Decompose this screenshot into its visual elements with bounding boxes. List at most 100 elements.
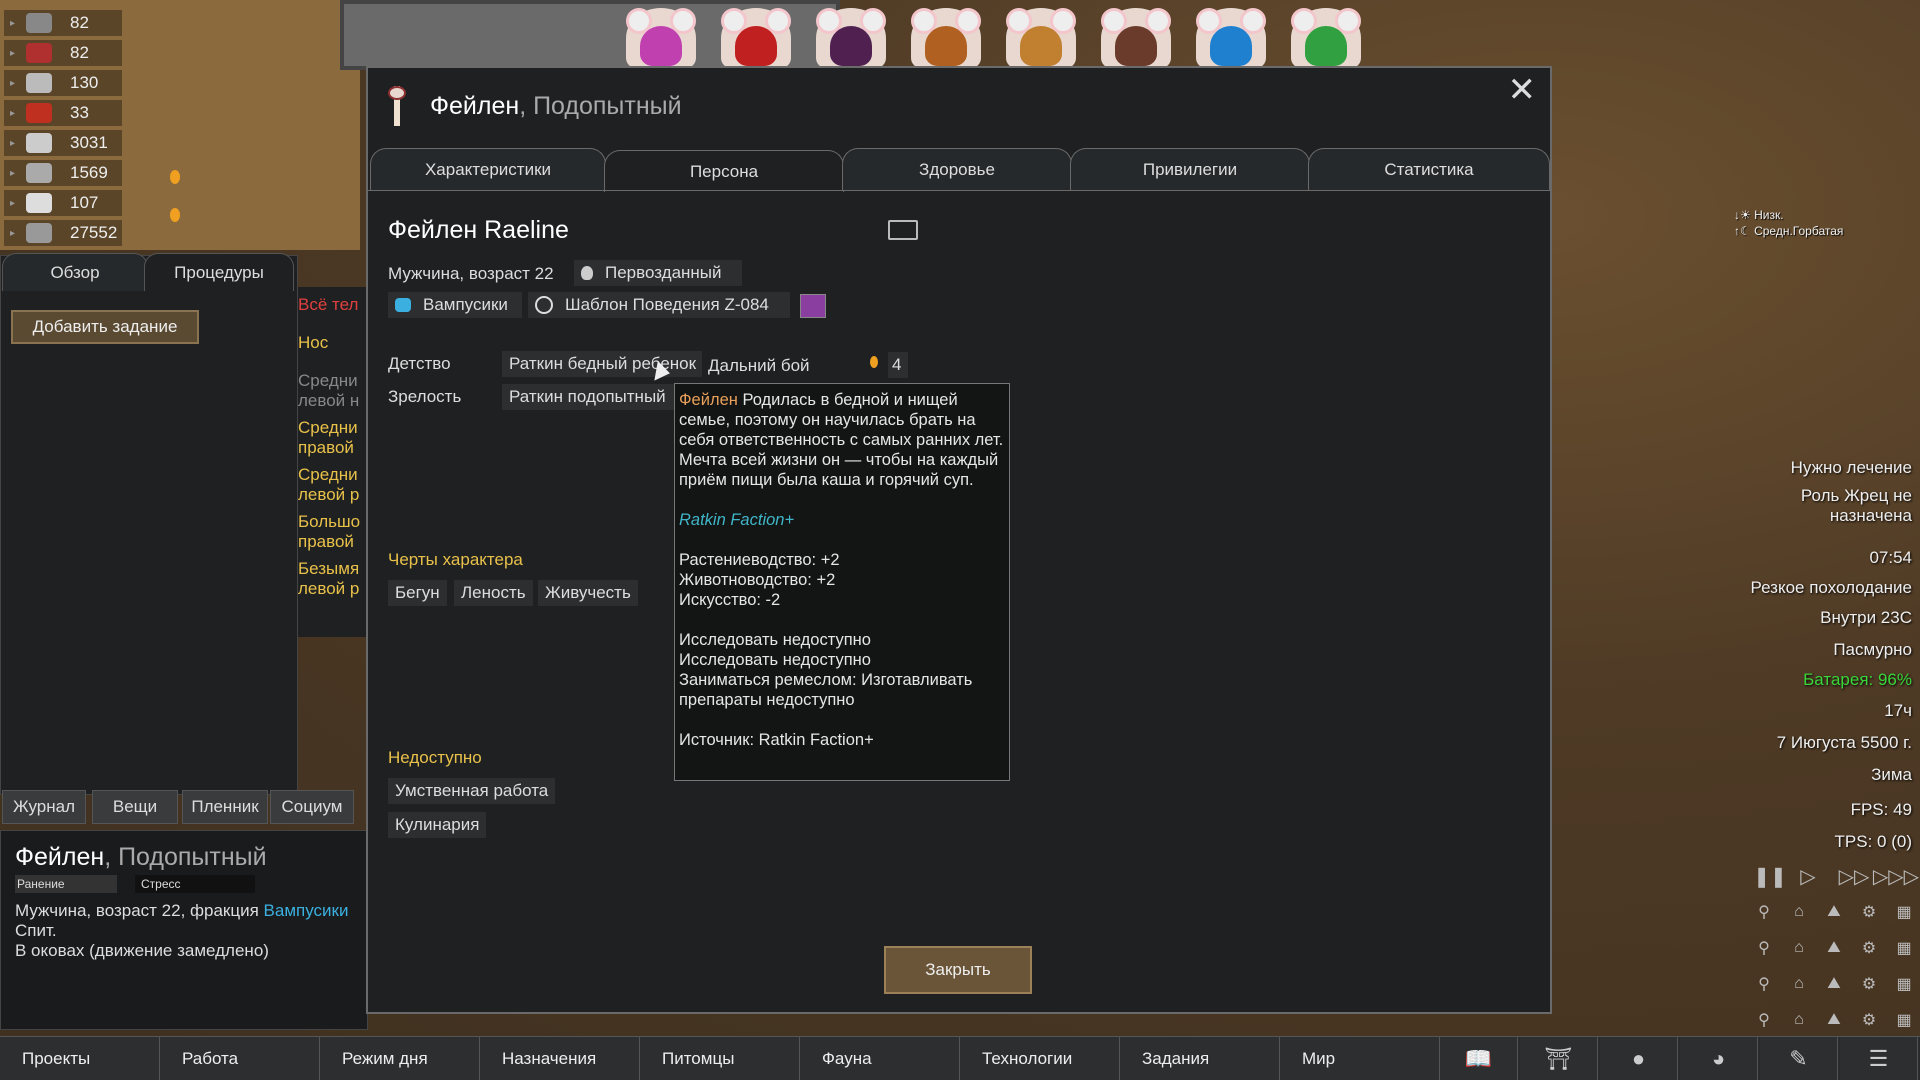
ideas-icon[interactable]: ● (1600, 1037, 1678, 1080)
expand-icon[interactable]: ▸ (10, 168, 15, 179)
play-setting-toggle[interactable]: ▦ (1890, 898, 1918, 926)
play-setting-toggle[interactable]: ⚲ (1750, 934, 1778, 962)
play-setting-toggle[interactable]: ⚙ (1855, 898, 1883, 926)
list-item[interactable]: Средни левой н (298, 371, 368, 418)
resource-counter[interactable]: ▸ 1569 (4, 160, 122, 186)
resource-counter[interactable]: ▸ 107 (4, 190, 122, 216)
play-setting-toggle[interactable]: ⚙ (1855, 970, 1883, 998)
resource-counter[interactable]: ▸ 3031 (4, 130, 122, 156)
trait-chip[interactable]: Бегун (388, 580, 447, 606)
colonist-portrait[interactable] (626, 8, 696, 68)
expand-icon[interactable]: ▸ (10, 228, 15, 239)
add-bill-button[interactable]: Добавить задание (11, 310, 199, 344)
play-setting-toggle[interactable]: ⚙ (1855, 934, 1883, 962)
list-item[interactable]: Средни правой (298, 418, 368, 465)
resource-counter[interactable]: ▸ 82 (4, 40, 122, 66)
main-tab-button[interactable]: Фауна (800, 1037, 960, 1080)
tab-character[interactable]: Характеристики (370, 148, 606, 190)
adulthood-backstory[interactable]: Раткин подопытный (502, 384, 678, 410)
tab-prisoner[interactable]: Пленник (182, 790, 268, 824)
main-tab-button[interactable]: Питомцы (640, 1037, 800, 1080)
play-setting-toggle[interactable]: ⌂ (1785, 898, 1813, 926)
list-item[interactable]: Всё тел (298, 295, 368, 327)
trait-chip[interactable]: Леность (454, 580, 533, 606)
expand-icon[interactable]: ▸ (10, 198, 15, 209)
main-tab-button[interactable]: Мир (1280, 1037, 1440, 1080)
ideo-chip[interactable]: Шаблон Поведения Z-084 (528, 292, 790, 318)
colonist-portrait[interactable] (1196, 8, 1266, 68)
tab-privileges[interactable]: Привилегии (1070, 148, 1310, 190)
expand-icon[interactable]: ▸ (10, 18, 15, 29)
pause-icon[interactable]: ❚❚ (1753, 862, 1787, 890)
speed-normal-icon[interactable]: ▷ (1794, 862, 1822, 890)
play-setting-toggle[interactable]: ⌂ (1785, 970, 1813, 998)
play-setting-toggle[interactable]: ⛰ (1820, 934, 1848, 962)
list-item[interactable]: Безымя левой р (298, 559, 368, 606)
blueprint-icon[interactable]: ✎ (1760, 1037, 1838, 1080)
play-setting-toggle[interactable]: ⚲ (1750, 898, 1778, 926)
ideology-icon[interactable]: ◕ (1680, 1037, 1758, 1080)
faction-label: Вампусики (423, 295, 508, 314)
info-readout: Роль Жрец не (1800, 486, 1912, 505)
expand-icon[interactable]: ▸ (10, 48, 15, 59)
incapable-chip[interactable]: Кулинария (388, 812, 487, 838)
resource-count: 33 (70, 103, 89, 122)
speed-fast-icon[interactable]: ▷▷ (1836, 862, 1872, 890)
expand-icon[interactable]: ▸ (10, 138, 15, 149)
trait-chip[interactable]: Живучесть (538, 580, 638, 606)
play-setting-toggle[interactable]: ⛰ (1820, 970, 1848, 998)
speed-superfast-icon[interactable]: ▷▷▷ (1873, 862, 1919, 890)
list-item[interactable]: Нос (298, 327, 368, 371)
play-setting-toggle[interactable]: ▦ (1890, 1006, 1918, 1034)
close-button[interactable]: Закрыть (884, 946, 1032, 994)
faction-link[interactable]: Вампусики (264, 901, 349, 920)
play-setting-toggle[interactable]: ⌂ (1785, 934, 1813, 962)
close-icon[interactable]: ✕ (1508, 72, 1537, 108)
main-tab-button[interactable]: Проекты (0, 1037, 160, 1080)
colonist-portrait[interactable] (1291, 8, 1361, 68)
tab-statistics[interactable]: Статистика (1308, 148, 1550, 190)
tab-log[interactable]: Журнал (2, 790, 86, 824)
menu-icon[interactable]: ☰ (1840, 1037, 1918, 1080)
resource-counter[interactable]: ▸ 82 (4, 10, 122, 36)
colonist-portrait[interactable] (1101, 8, 1171, 68)
main-tab-button[interactable]: Режим дня (320, 1037, 480, 1080)
main-tab-button[interactable]: Задания (1120, 1037, 1280, 1080)
expand-icon[interactable]: ▸ (10, 78, 15, 89)
colonist-portrait[interactable] (816, 8, 886, 68)
tab-overview[interactable]: Обзор (2, 253, 148, 291)
tab-gear[interactable]: Вещи (92, 790, 178, 824)
incapable-chip[interactable]: Умственная работа (388, 778, 556, 804)
play-setting-toggle[interactable]: ⛰ (1820, 1006, 1848, 1034)
factions-icon[interactable]: ⛩ (1520, 1037, 1598, 1080)
faction-chip[interactable]: Вампусики (388, 292, 522, 318)
play-setting-toggle[interactable]: ⛰ (1820, 898, 1848, 926)
list-item[interactable]: Большо правой (298, 512, 368, 559)
resource-counter[interactable]: ▸ 130 (4, 70, 122, 96)
tab-operations[interactable]: Процедуры (144, 253, 294, 291)
main-tab-button[interactable]: Назначения (480, 1037, 640, 1080)
play-setting-toggle[interactable]: ⚙ (1855, 1006, 1883, 1034)
play-setting-toggle[interactable]: ⚲ (1750, 1006, 1778, 1034)
tab-persona[interactable]: Персона (604, 150, 844, 192)
childhood-backstory[interactable]: Раткин бедный ребенок (502, 351, 702, 377)
list-item[interactable]: Средни левой р (298, 465, 368, 512)
childhood-label: Детство (388, 354, 451, 373)
rename-icon[interactable] (888, 220, 918, 240)
colonist-portrait[interactable] (911, 8, 981, 68)
play-setting-toggle[interactable]: ▦ (1890, 934, 1918, 962)
resource-counter[interactable]: ▸ 33 (4, 100, 122, 126)
play-setting-toggle[interactable]: ⌂ (1785, 1006, 1813, 1034)
colonist-portrait[interactable] (1006, 8, 1076, 68)
book-icon[interactable]: 📖 (1440, 1037, 1518, 1080)
play-setting-toggle[interactable]: ⚲ (1750, 970, 1778, 998)
main-tab-button[interactable]: Работа (160, 1037, 320, 1080)
expand-icon[interactable]: ▸ (10, 108, 15, 119)
xenotype-chip[interactable]: Первозданный (574, 260, 742, 286)
main-tab-button[interactable]: Технологии (960, 1037, 1120, 1080)
play-setting-toggle[interactable]: ▦ (1890, 970, 1918, 998)
tab-social[interactable]: Социум (270, 790, 354, 824)
tab-health[interactable]: Здоровье (842, 148, 1072, 190)
resource-counter[interactable]: ▸ 27552 (4, 220, 122, 246)
colonist-portrait[interactable] (721, 8, 791, 68)
